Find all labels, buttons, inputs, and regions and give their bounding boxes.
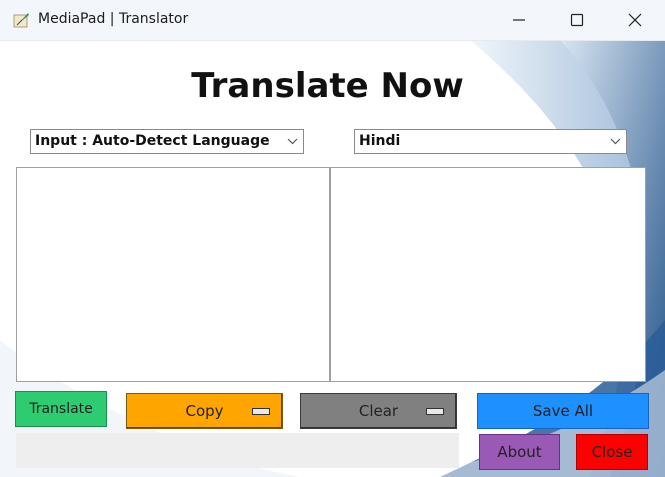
maximize-button[interactable] bbox=[548, 0, 606, 40]
about-button[interactable]: About bbox=[479, 434, 560, 470]
window-title: MediaPad | Translator bbox=[38, 11, 189, 27]
clear-button-label: Clear bbox=[358, 402, 399, 420]
maximize-icon bbox=[570, 13, 584, 27]
chevron-down-icon bbox=[287, 138, 298, 145]
menu-indicator-icon bbox=[252, 408, 270, 415]
translate-button[interactable]: Translate bbox=[15, 391, 107, 427]
copy-button[interactable]: Copy bbox=[126, 393, 283, 429]
input-language-select[interactable]: Input : Auto-Detect Language bbox=[30, 129, 304, 154]
chevron-down-icon bbox=[610, 138, 621, 145]
window-close-button[interactable] bbox=[606, 0, 664, 40]
clear-button[interactable]: Clear bbox=[300, 393, 457, 429]
copy-button-label: Copy bbox=[185, 402, 224, 420]
title-bar[interactable]: MediaPad | Translator bbox=[0, 0, 665, 41]
minimize-icon bbox=[513, 19, 525, 21]
page-title: Translate Now bbox=[0, 66, 665, 106]
status-bar bbox=[16, 433, 459, 468]
page-title-text: Translate Now bbox=[191, 66, 464, 106]
translator-window: MediaPad | Translator Translate Now Inpu… bbox=[0, 0, 665, 477]
close-app-button[interactable]: Close bbox=[576, 434, 648, 470]
output-language-value: Hindi bbox=[359, 133, 401, 149]
close-icon bbox=[628, 13, 642, 27]
menu-indicator-icon bbox=[426, 408, 444, 415]
output-language-select[interactable]: Hindi bbox=[354, 129, 627, 154]
save-all-button[interactable]: Save All bbox=[477, 393, 649, 429]
input-language-value: Input : Auto-Detect Language bbox=[35, 133, 270, 149]
feather-quill-icon bbox=[13, 13, 29, 28]
output-text-area[interactable] bbox=[330, 167, 646, 382]
input-text-area[interactable] bbox=[16, 167, 330, 382]
minimize-button[interactable] bbox=[490, 0, 548, 40]
